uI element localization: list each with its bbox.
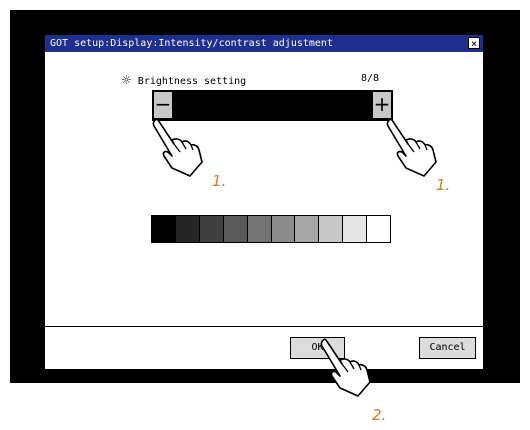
contrast-cell (367, 216, 391, 242)
brightness-label-group: ☼ Brightness setting (121, 73, 246, 87)
hand-pointer-icon (320, 338, 371, 397)
brightness-decrease-button[interactable]: − (153, 91, 173, 119)
step-2-callout: 2. (372, 406, 387, 424)
brightness-value: 8/8 (361, 73, 380, 84)
window-title: GOT setup:Display:Intensity/contrast adj… (50, 38, 333, 49)
contrast-gradient-strip (151, 215, 391, 243)
contrast-cell (199, 216, 224, 242)
contrast-cell (175, 216, 200, 242)
contrast-cell (319, 216, 344, 242)
title-bar: GOT setup:Display:Intensity/contrast adj… (45, 35, 483, 52)
contrast-cell (343, 216, 368, 242)
step-1-left-callout: 1. (212, 172, 227, 190)
contrast-cell (295, 216, 320, 242)
hand-pointer-icon (386, 118, 437, 177)
footer-divider (45, 326, 483, 327)
sun-icon: ☼ (121, 73, 132, 87)
contrast-cell (223, 216, 248, 242)
brightness-slider[interactable] (152, 90, 393, 121)
brightness-label: Brightness setting (137, 76, 247, 87)
contrast-cell (152, 216, 176, 242)
contrast-cell (271, 216, 296, 242)
close-button[interactable]: × (468, 37, 480, 50)
step-1-right-callout: 1. (436, 176, 451, 194)
cancel-button[interactable]: Cancel (419, 337, 476, 359)
hand-pointer-icon (152, 118, 203, 177)
dialog-window: GOT setup:Display:Intensity/contrast adj… (44, 34, 484, 370)
brightness-increase-button[interactable]: + (372, 91, 392, 119)
contrast-cell (247, 216, 272, 242)
